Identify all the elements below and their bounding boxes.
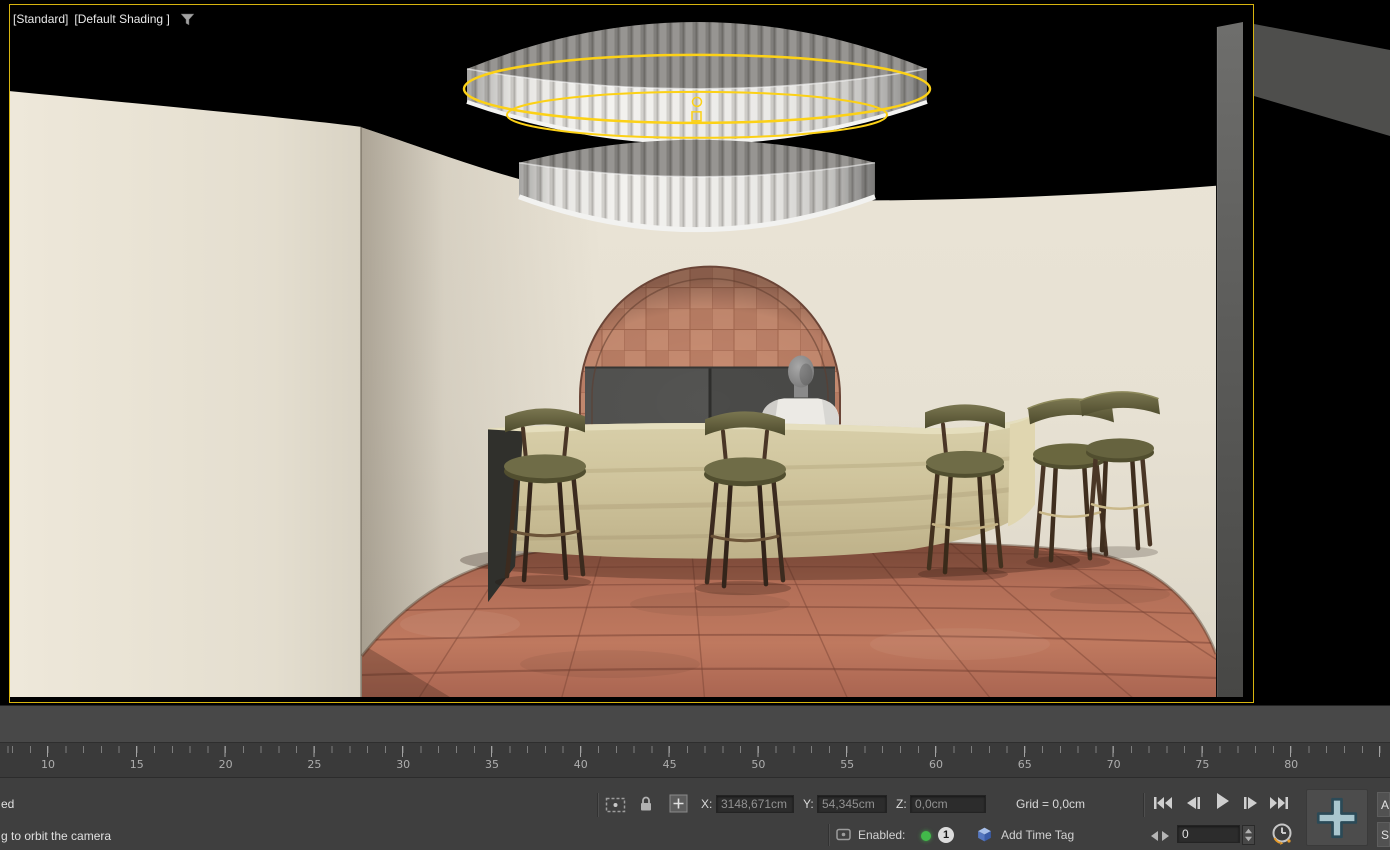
ruler-major-ticks	[0, 746, 1390, 757]
timeline-frame-label: 70	[1107, 758, 1121, 771]
plus-cursor-button[interactable]	[1306, 789, 1368, 846]
grid-size-readout: Grid = 0,0cm	[1016, 797, 1085, 811]
go-to-start-button[interactable]	[1150, 793, 1176, 813]
adjacent-scene-fragment	[1254, 0, 1390, 705]
prompt-line-bottom: g to orbit the camera	[1, 829, 111, 843]
timeline-frame-label: 15	[130, 758, 144, 771]
timeline-frame-label: 75	[1195, 758, 1209, 771]
prompt-line-top: ed	[1, 797, 14, 811]
timeline-frame-label: 60	[929, 758, 943, 771]
absolute-offset-toggle-icon[interactable]	[669, 794, 688, 816]
status-indicator-icon[interactable]	[836, 827, 851, 845]
z-coordinate-field[interactable]	[910, 795, 986, 813]
x-coordinate-label: X:	[701, 797, 712, 811]
add-time-tag-button[interactable]: Add Time Tag	[1001, 828, 1074, 842]
divider	[828, 824, 830, 846]
play-button[interactable]	[1209, 791, 1235, 811]
auto-key-label: A	[1381, 798, 1389, 812]
y-coordinate-label: Y:	[803, 797, 814, 811]
timeline-frame-label: 30	[396, 758, 410, 771]
timeline-frame-label: 35	[485, 758, 499, 771]
status-bar: ed g to orbit the camera X: Y: Z:	[0, 777, 1390, 850]
viewport-zone: [Standard] [Default Shading ]	[0, 0, 1390, 705]
set-key-label: S	[1381, 828, 1389, 842]
time-tag-cube-icon[interactable]	[976, 826, 993, 846]
viewport-pov-menu[interactable]: [Standard]	[13, 12, 68, 26]
filter-icon[interactable]	[180, 13, 195, 26]
timeline-frame-label: 45	[663, 758, 677, 771]
y-coordinate-field[interactable]	[817, 795, 887, 813]
next-frame-button[interactable]	[1238, 793, 1264, 813]
viewport-scene[interactable]	[10, 5, 1253, 702]
timeline-frame-label: 65	[1018, 758, 1032, 771]
enabled-label: Enabled:	[858, 828, 905, 842]
timeline-frame-label: 55	[840, 758, 854, 771]
selection-lock-icon[interactable]	[639, 795, 653, 815]
large-plus-icon	[1312, 793, 1362, 843]
timeline-frame-label: 10	[41, 758, 55, 771]
frame-spinner[interactable]	[1242, 825, 1255, 845]
timeline-frame-label: 80	[1284, 758, 1298, 771]
enabled-status-dot	[921, 831, 931, 841]
previous-frame-button[interactable]	[1180, 793, 1206, 813]
viewport-label: [Standard] [Default Shading ]	[13, 12, 195, 26]
auto-key-button-clipped[interactable]: A	[1377, 792, 1390, 817]
outside-viewport-area	[1254, 0, 1390, 705]
z-coordinate-label: Z:	[896, 797, 907, 811]
set-key-button-clipped[interactable]: S	[1377, 822, 1390, 847]
timeline-frame-label: 25	[307, 758, 321, 771]
x-coordinate-field[interactable]	[716, 795, 794, 813]
timeline-frame-label: 40	[574, 758, 588, 771]
timeline-frame-label: 50	[751, 758, 765, 771]
time-slider-track[interactable]	[0, 705, 1390, 742]
timeline-frame-label: 20	[219, 758, 233, 771]
divider	[1143, 793, 1145, 817]
time-configuration-icon[interactable]	[1270, 822, 1294, 849]
enabled-count-badge: 1	[938, 827, 954, 843]
viewport-shading-menu[interactable]: [Default Shading ]	[74, 12, 169, 26]
camera-viewport[interactable]: [Standard] [Default Shading ]	[10, 5, 1253, 702]
3dsmax-window: [Standard] [Default Shading ] 10 15 20 25 30…	[0, 0, 1390, 850]
isolate-selection-icon[interactable]	[605, 797, 626, 816]
divider	[597, 793, 599, 817]
timeline-ruler[interactable]: 10 15 20 25 30 35 40 45 50 55 60 65 70 75 80	[0, 742, 1390, 777]
go-to-end-button[interactable]	[1266, 793, 1292, 813]
current-frame-field[interactable]	[1177, 825, 1240, 843]
frame-nudge-arrows[interactable]	[1150, 830, 1170, 845]
